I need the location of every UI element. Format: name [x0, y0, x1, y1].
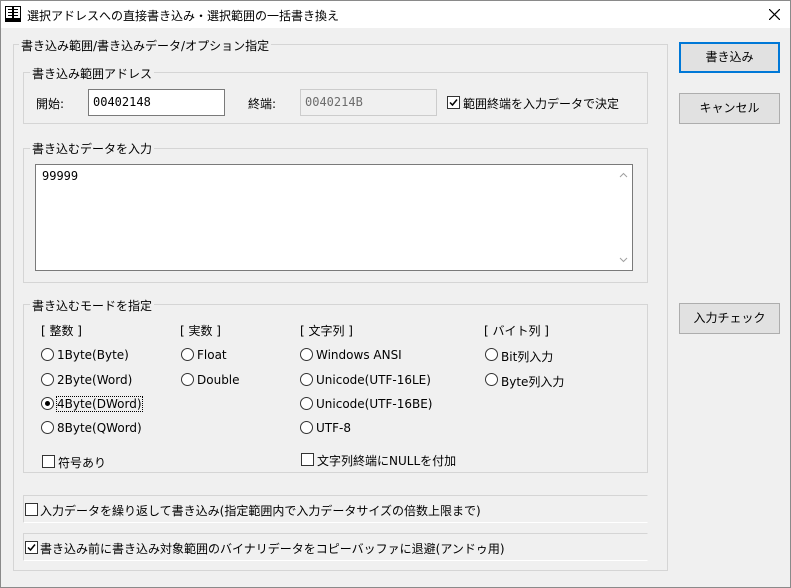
radio-utf16le-label[interactable]: Unicode(UTF-16LE) — [316, 373, 431, 387]
string-header: [ 文字列 ] — [300, 324, 353, 338]
scroll-down-icon[interactable] — [619, 255, 628, 264]
data-text: 99999 — [42, 169, 79, 183]
start-address-input[interactable]: 00402148 — [88, 89, 225, 116]
radio-utf16be[interactable] — [300, 397, 313, 410]
integer-header: [ 整数 ] — [41, 324, 82, 338]
checkmark-icon — [449, 99, 458, 107]
title-bar: 選択アドレスへの直接書き込み・選択範囲の一括書き換え — [1, 1, 790, 28]
radio-byte-input[interactable] — [485, 373, 498, 386]
close-button[interactable] — [759, 1, 790, 28]
data-group-legend: 書き込むデータを入力 — [30, 140, 155, 157]
start-label: 開始: — [36, 97, 65, 111]
window-title: 選択アドレスへの直接書き込み・選択範囲の一括書き換え — [27, 9, 340, 23]
radio-bit-input[interactable] — [485, 348, 498, 361]
null-terminate-checkbox[interactable] — [301, 453, 314, 466]
data-scrollbar[interactable] — [615, 165, 632, 270]
check-input-button[interactable]: 入力チェック — [679, 303, 780, 334]
radio-windows-ansi-label[interactable]: Windows ANSI — [316, 348, 402, 362]
radio-double-label[interactable]: Double — [197, 373, 240, 387]
radio-utf8-label[interactable]: UTF-8 — [316, 421, 351, 435]
radio-utf16le[interactable] — [300, 373, 313, 386]
cancel-button[interactable]: キャンセル — [679, 93, 780, 124]
signed-checkbox[interactable] — [42, 455, 55, 468]
radio-float[interactable] — [181, 348, 194, 361]
end-address-input: 0040214B — [300, 89, 437, 116]
end-by-data-label[interactable]: 範囲終端を入力データで決定 — [463, 95, 619, 112]
end-by-data-checkbox[interactable] — [447, 96, 460, 109]
radio-utf8[interactable] — [300, 421, 313, 434]
radio-4byte-label[interactable]: 4Byte(DWord) — [56, 396, 143, 412]
null-terminate-label[interactable]: 文字列終端にNULLを付加 — [317, 452, 456, 469]
write-button[interactable]: 書き込み — [679, 42, 780, 73]
backup-checkbox[interactable] — [25, 541, 38, 554]
radio-double[interactable] — [181, 373, 194, 386]
signed-label[interactable]: 符号あり — [58, 454, 106, 471]
close-icon — [769, 9, 780, 20]
range-group-legend: 書き込み範囲アドレス — [30, 65, 155, 82]
checkmark-icon — [27, 544, 36, 552]
main-group-legend: 書き込み範囲/書き込みデータ/オプション指定 — [19, 37, 272, 54]
radio-windows-ansi[interactable] — [300, 348, 313, 361]
bytes-header: [ バイト列 ] — [484, 324, 549, 338]
scroll-up-icon[interactable] — [619, 171, 628, 180]
radio-2byte[interactable] — [41, 373, 54, 386]
radio-4byte[interactable] — [41, 397, 54, 410]
repeat-label[interactable]: 入力データを繰り返して書き込み(指定範囲内で入力データサイズの倍数上限まで) — [40, 502, 481, 519]
radio-byte-input-label[interactable]: Byte列入力 — [501, 373, 564, 390]
repeat-checkbox[interactable] — [25, 503, 38, 516]
backup-label[interactable]: 書き込み前に書き込み対象範囲のバイナリデータをコピーバッファに退避(アンドゥ用) — [40, 540, 505, 557]
dialog-window: 選択アドレスへの直接書き込み・選択範囲の一括書き換え 書き込み キャンセル 入力… — [0, 0, 791, 588]
radio-1byte[interactable] — [41, 348, 54, 361]
radio-8byte-label[interactable]: 8Byte(QWord) — [57, 421, 142, 435]
app-icon — [5, 6, 21, 22]
radio-8byte[interactable] — [41, 421, 54, 434]
radio-bit-input-label[interactable]: Bit列入力 — [501, 348, 553, 365]
data-textarea[interactable]: 99999 — [35, 164, 633, 271]
radio-utf16be-label[interactable]: Unicode(UTF-16BE) — [316, 397, 432, 411]
radio-1byte-label[interactable]: 1Byte(Byte) — [57, 348, 129, 362]
real-header: [ 実数 ] — [180, 324, 221, 338]
end-label: 終端: — [248, 97, 277, 111]
radio-2byte-label[interactable]: 2Byte(Word) — [57, 373, 132, 387]
mode-group-legend: 書き込むモードを指定 — [30, 297, 155, 314]
radio-float-label[interactable]: Float — [197, 348, 227, 362]
